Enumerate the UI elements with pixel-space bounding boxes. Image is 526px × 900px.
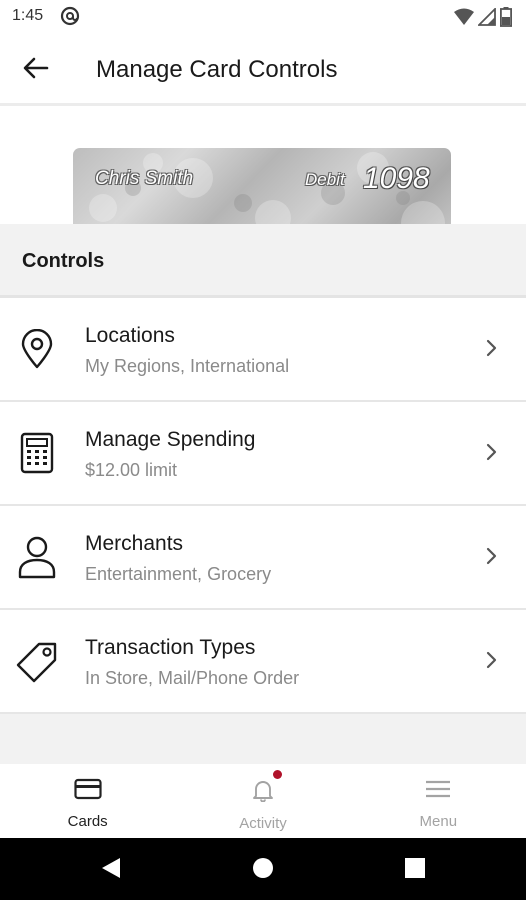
card-holder-name: Chris Smith	[95, 168, 194, 189]
back-triangle-icon[interactable]	[100, 856, 122, 885]
chevron-right-icon	[486, 442, 498, 467]
wifi-icon	[454, 8, 474, 31]
chevron-right-icon	[486, 546, 498, 571]
controls-section-header: Controls	[0, 224, 526, 298]
tab-activity[interactable]: Activity	[175, 764, 350, 838]
card-last-four: 1098	[363, 162, 430, 195]
tab-label: Cards	[67, 813, 108, 830]
location-pin-icon	[14, 326, 60, 372]
item-subtitle: Entertainment, Grocery	[85, 564, 272, 584]
debit-card[interactable]: Chris Smith Debit 1098	[73, 148, 451, 224]
notification-badge	[273, 770, 283, 779]
list-item-transaction-types[interactable]: Transaction Types In Store, Mail/Phone O…	[0, 610, 526, 714]
status-time: 1:45	[12, 7, 44, 24]
item-title: Manage Spending	[85, 428, 256, 451]
home-circle-icon[interactable]	[252, 856, 274, 885]
chevron-right-icon	[486, 650, 498, 675]
card-preview-area: Chris Smith Debit 1098	[0, 106, 526, 224]
card-type: Debit	[305, 170, 345, 189]
list-item-merchants[interactable]: Merchants Entertainment, Grocery	[0, 506, 526, 610]
at-sign-icon	[60, 6, 80, 31]
tab-cards[interactable]: Cards	[0, 764, 175, 838]
hamburger-icon	[425, 778, 451, 805]
status-icons	[454, 6, 512, 32]
list-item-locations[interactable]: Locations My Regions, International	[0, 298, 526, 402]
calculator-icon	[14, 430, 60, 476]
item-subtitle: $12.00 limit	[85, 460, 178, 480]
page-title: Manage Card Controls	[96, 56, 338, 83]
bottom-navigation: Cards Activity Menu	[0, 764, 526, 838]
tab-menu[interactable]: Menu	[351, 764, 526, 838]
item-subtitle: My Regions, International	[85, 356, 290, 376]
item-title: Transaction Types	[85, 636, 256, 659]
back-button[interactable]	[14, 48, 58, 92]
tab-label: Menu	[419, 813, 458, 830]
status-bar: 1:45	[0, 0, 526, 34]
tab-label: Activity	[239, 815, 287, 832]
tag-icon	[14, 638, 60, 684]
battery-icon	[499, 7, 512, 32]
item-title: Locations	[85, 324, 175, 347]
chevron-right-icon	[486, 338, 498, 363]
item-subtitle: In Store, Mail/Phone Order	[85, 668, 300, 688]
item-title: Merchants	[85, 532, 184, 555]
section-title: Controls	[22, 250, 105, 272]
person-icon	[14, 534, 60, 580]
controls-list: Locations My Regions, International Mana…	[0, 298, 526, 714]
recents-square-icon[interactable]	[404, 856, 426, 885]
list-footer-space	[0, 714, 526, 764]
system-navigation-bar	[0, 838, 526, 900]
app-bar: Manage Card Controls	[0, 34, 526, 106]
bell-icon	[251, 778, 275, 807]
card-icon	[74, 778, 102, 805]
cell-signal-icon	[476, 6, 496, 31]
arrow-left-icon	[23, 57, 49, 84]
list-item-manage-spending[interactable]: Manage Spending $12.00 limit	[0, 402, 526, 506]
